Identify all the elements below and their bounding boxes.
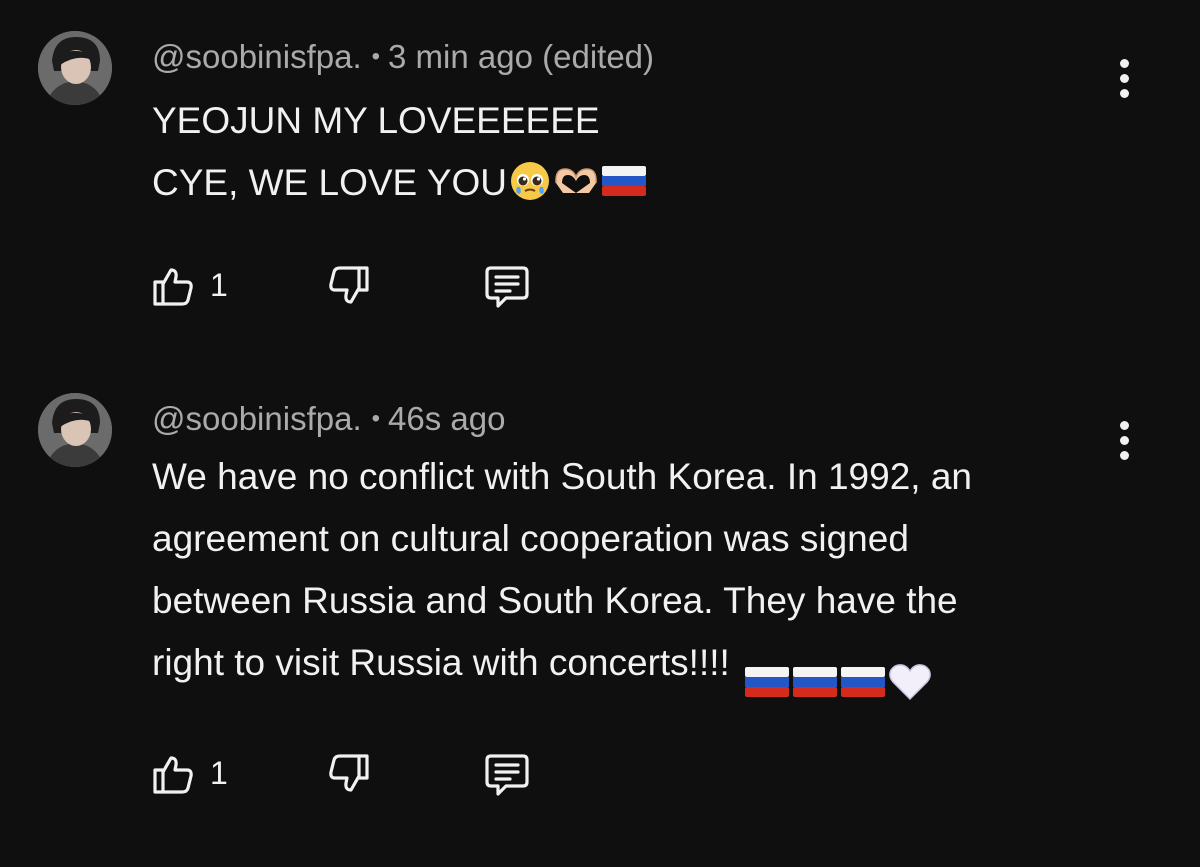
- comment-text: We have no conflict with South Korea. In…: [152, 446, 972, 701]
- thumbs-up-icon: [153, 756, 193, 794]
- reply-icon: [485, 266, 529, 308]
- avatar[interactable]: [38, 393, 112, 467]
- more-vert-icon[interactable]: [1112, 48, 1136, 108]
- russia-flag-icon: [840, 667, 885, 697]
- dislike-button[interactable]: [322, 259, 376, 313]
- white-heart-icon: [888, 664, 931, 701]
- heart-hands-icon: [555, 168, 597, 193]
- reply-button[interactable]: [480, 747, 534, 801]
- comment-author[interactable]: @soobinisfpa.: [152, 400, 362, 437]
- emoji-group: [509, 160, 647, 202]
- comment-actions: 1: [150, 259, 570, 308]
- comment-actions: 1: [150, 747, 570, 796]
- more-vert-icon[interactable]: [1112, 410, 1136, 470]
- comment-time: 46s ago: [388, 400, 506, 437]
- comment-line-with-emoji: CYE, WE LOVE YOU: [152, 152, 647, 214]
- like-count: 1: [210, 267, 228, 303]
- like-count: 1: [210, 755, 228, 791]
- comment-line-with-emoji: right to visit Russia with concerts!!!!: [152, 632, 972, 701]
- russia-flag-icon: [744, 667, 789, 697]
- thumbs-down-icon: [329, 754, 369, 792]
- pleading-face-icon: [511, 162, 550, 200]
- comment-line: agreement on cultural cooperation was si…: [152, 518, 909, 559]
- meta-separator: •: [371, 405, 381, 432]
- comment-meta: @soobinisfpa. • 3 min ago (edited): [152, 36, 654, 82]
- emoji-group: [732, 662, 932, 702]
- comment-line: We have no conflict with South Korea. In…: [152, 456, 972, 497]
- comment-line: CYE, WE LOVE YOU: [152, 162, 508, 203]
- comment-line: between Russia and South Korea. They hav…: [152, 580, 958, 621]
- avatar[interactable]: [38, 31, 112, 105]
- thumbs-down-icon: [329, 266, 369, 304]
- comment-time: 3 min ago (edited): [388, 38, 655, 75]
- russia-flag-icon: [792, 667, 837, 697]
- comment-meta: @soobinisfpa. • 46s ago: [152, 398, 505, 444]
- dislike-button[interactable]: [322, 747, 376, 801]
- comment-line: right to visit Russia with concerts!!!!: [152, 642, 730, 683]
- reply-button[interactable]: [480, 259, 534, 313]
- like-button[interactable]: [146, 259, 200, 313]
- reply-icon: [485, 754, 529, 796]
- russia-flag-icon: [602, 166, 647, 196]
- meta-separator: •: [371, 43, 381, 70]
- thumbs-up-icon: [153, 268, 193, 306]
- comment-text: YEOJUN MY LOVEEEEEE CYE, WE LOVE YOU: [152, 90, 647, 214]
- comment-author[interactable]: @soobinisfpa.: [152, 38, 362, 75]
- comment-line: YEOJUN MY LOVEEEEEE: [152, 100, 600, 141]
- like-button[interactable]: [146, 747, 200, 801]
